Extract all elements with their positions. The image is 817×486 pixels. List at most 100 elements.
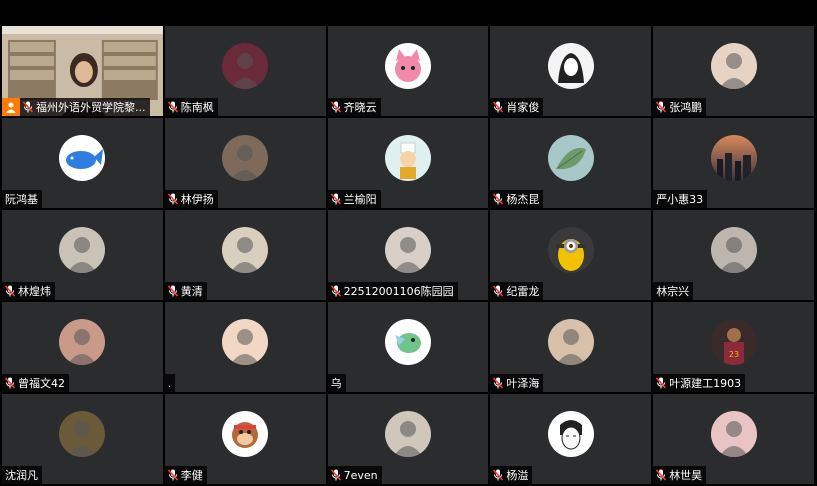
basketball-player-avatar: 23 — [710, 318, 757, 365]
mic-muted-icon[interactable] — [493, 469, 504, 481]
participant-name: 曾福文42 — [18, 377, 65, 390]
participant-tile[interactable]: 黄清 — [164, 210, 326, 300]
red-figure-avatar — [222, 42, 269, 89]
participant-tile[interactable]: 22512001106陈园园 — [327, 210, 489, 300]
participant-tile[interactable]: . — [164, 302, 326, 392]
participant-tile[interactable]: 兰榆阳 — [327, 118, 489, 208]
participant-tile[interactable]: 杨杰昆 — [490, 118, 652, 208]
participant-label: 李健 — [164, 466, 207, 484]
participant-label: 22512001106陈园园 — [327, 282, 458, 300]
participant-tile[interactable]: 林宗兴 — [653, 210, 814, 300]
mic-muted-icon[interactable] — [330, 469, 341, 481]
participant-name: 李健 — [180, 469, 203, 482]
participant-name: 林煌炜 — [18, 285, 51, 298]
participant-label: 林宗兴 — [653, 282, 694, 300]
participant-tile[interactable]: 陈南枫 — [164, 26, 326, 116]
participant-label: 林伊扬 — [164, 190, 218, 208]
mic-muted-icon[interactable] — [493, 377, 504, 389]
pink-cat-avatar — [384, 42, 431, 89]
cartoon-bird-avatar — [384, 318, 431, 365]
mic-muted-icon[interactable] — [493, 193, 504, 205]
mic-muted-icon[interactable] — [493, 285, 504, 297]
blue-whale-avatar — [59, 134, 106, 181]
participant-tile[interactable]: 林煌炜 — [2, 210, 163, 300]
participant-tile[interactable]: 7even — [327, 394, 489, 484]
participant-name: 沈润凡 — [5, 469, 38, 482]
participant-name: 22512001106陈园园 — [343, 285, 454, 298]
participant-tile[interactable]: 福州外语外贸学院黎... — [2, 26, 163, 116]
participant-tile[interactable]: 李健 — [164, 394, 326, 484]
participant-label: 林世昊 — [653, 466, 707, 484]
participant-tile[interactable]: 23 叶源建工1903 — [653, 302, 814, 392]
monkey-avatar — [222, 410, 269, 457]
mic-muted-icon[interactable] — [23, 101, 33, 113]
participant-label: 杨溢 — [490, 466, 533, 484]
participant-tile[interactable]: 纪雷龙 — [490, 210, 652, 300]
participant-label: 严小惠33 — [653, 190, 708, 208]
mic-muted-icon[interactable] — [493, 101, 504, 113]
sketch-girl-avatar — [547, 42, 594, 89]
participant-label: 阮鸿基 — [2, 190, 42, 208]
host-icon — [2, 98, 20, 116]
participant-label: 乌 — [327, 374, 346, 392]
participant-name: 纪雷龙 — [506, 285, 540, 298]
mic-muted-icon[interactable] — [167, 469, 178, 481]
participant-label: 7even — [327, 466, 382, 484]
mic-muted-icon[interactable] — [330, 101, 341, 113]
participant-name: 林伊扬 — [180, 193, 214, 206]
participant-name: . — [167, 376, 172, 390]
mic-muted-icon[interactable] — [330, 193, 341, 205]
participant-label: 齐晓云 — [327, 98, 381, 116]
participant-name: 杨溢 — [506, 469, 529, 482]
mic-muted-icon[interactable] — [656, 377, 667, 389]
mic-muted-icon[interactable] — [330, 285, 341, 297]
svg-text:23: 23 — [729, 350, 739, 359]
participant-label: 曾福文42 — [2, 374, 69, 392]
participant-label: 福州外语外贸学院黎... — [2, 98, 150, 116]
mic-muted-icon[interactable] — [5, 285, 15, 297]
city-sunset-avatar — [710, 134, 757, 181]
couple-sunset-avatar — [59, 318, 106, 365]
participant-name: 陈南枫 — [180, 101, 214, 114]
baby-avatar — [710, 42, 757, 89]
participant-name: 7even — [343, 468, 378, 482]
participant-tile[interactable]: 张鸿鹏 — [653, 26, 814, 116]
participant-tile[interactable]: 沈润凡 — [2, 394, 163, 484]
girl-avatar — [384, 226, 431, 273]
participant-name: 乌 — [330, 377, 342, 390]
mic-muted-icon[interactable] — [167, 101, 178, 113]
participant-tile[interactable]: 林伊扬 — [164, 118, 326, 208]
participant-tile[interactable]: 阮鸿基 — [2, 118, 163, 208]
leaf-avatar — [547, 134, 594, 181]
participant-label: 沈润凡 — [2, 466, 42, 484]
participant-name: 严小惠33 — [656, 193, 704, 206]
participant-tile[interactable]: 乌 — [327, 302, 489, 392]
participant-name: 杨杰昆 — [506, 193, 540, 206]
participant-tile[interactable]: 叶泽海 — [490, 302, 652, 392]
participant-label: 肖家俊 — [490, 98, 544, 116]
participant-tile[interactable]: 肖家俊 — [490, 26, 652, 116]
participant-name: 齐晓云 — [343, 101, 377, 114]
mic-muted-icon[interactable] — [656, 469, 667, 481]
participant-label: 林煌炜 — [2, 282, 55, 300]
participant-tile[interactable]: 曾福文42 — [2, 302, 163, 392]
participant-tile[interactable]: 林世昊 — [653, 394, 814, 484]
mic-muted-icon[interactable] — [167, 285, 178, 297]
mic-muted-icon[interactable] — [5, 377, 15, 389]
child-face-avatar — [547, 318, 594, 365]
participant-label: 张鸿鹏 — [653, 98, 707, 116]
participant-tile[interactable]: 严小惠33 — [653, 118, 814, 208]
mic-muted-icon[interactable] — [656, 101, 667, 113]
participant-name: 黄清 — [180, 285, 203, 298]
participant-name: 阮鸿基 — [5, 193, 38, 206]
participant-name: 张鸿鹏 — [669, 101, 703, 114]
participant-tile[interactable]: 齐晓云 — [327, 26, 489, 116]
dark-portrait-avatar — [59, 410, 106, 457]
mic-muted-icon[interactable] — [167, 193, 178, 205]
participant-label: 兰榆阳 — [327, 190, 381, 208]
participant-label: 杨杰昆 — [490, 190, 544, 208]
participant-label: 纪雷龙 — [490, 282, 544, 300]
participant-label: 黄清 — [164, 282, 207, 300]
participant-label: 叶源建工1903 — [653, 374, 746, 392]
participant-tile[interactable]: 杨溢 — [490, 394, 652, 484]
